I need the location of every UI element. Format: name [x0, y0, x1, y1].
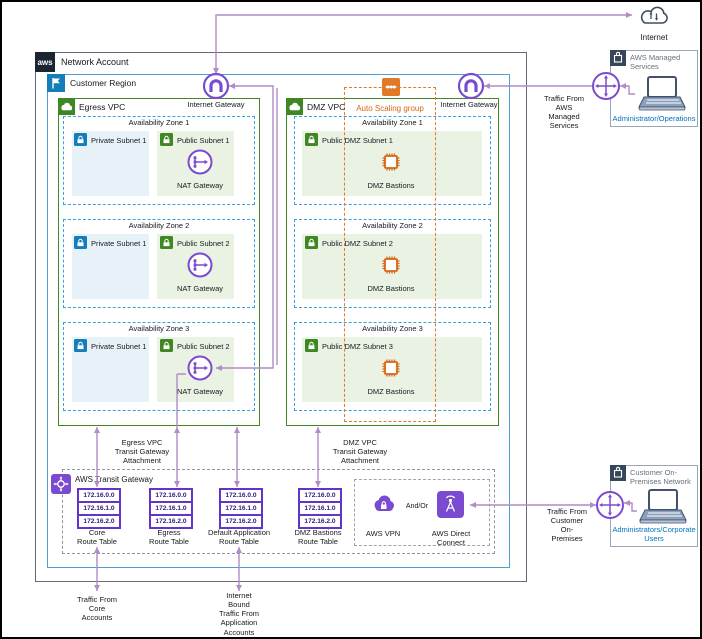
aws-direct-connect-icon: [437, 491, 464, 518]
transit-gateway-icon: [51, 474, 71, 494]
egress-az3-private-subnet-label: Private Subnet 1: [91, 342, 146, 351]
dmz-subnet-lock-icon-az2: [305, 236, 318, 249]
customer-onprem-icon: [610, 465, 626, 481]
customer-onprem-label: Customer On- Premises Network: [630, 468, 696, 486]
aws-vpn-icon: [370, 491, 397, 518]
dmz-bastions-route-table-label: DMZ Bastions Route Table: [283, 528, 353, 546]
administrator-operations-label: Administrator/Operations: [608, 114, 700, 123]
private-subnet-lock-icon-az3: [74, 339, 87, 352]
internet-label: Internet: [622, 33, 686, 43]
private-subnet-lock-icon-az1: [74, 133, 87, 146]
customer-region-label: Customer Region: [70, 78, 136, 88]
dmz-bastions-icon-az3: [378, 355, 404, 381]
onprem-laptop-icon: [636, 489, 688, 526]
nat-gateway-icon-az1: [187, 149, 213, 175]
aws-managed-services-label: AWS Managed Services: [630, 53, 696, 71]
egress-az2-public-subnet-label: Public Subnet 2: [177, 239, 230, 248]
network-account-label: Network Account: [61, 57, 129, 68]
auto-scaling-group-icon: [382, 78, 400, 96]
default-application-route-table-label: Default Application Route Table: [204, 528, 274, 546]
aws-architecture-diagram: aws: [0, 0, 702, 639]
dmz-bastions-label-az3: DMZ Bastions: [351, 387, 431, 396]
dmz-vpc-icon: [286, 98, 303, 115]
region-icon: [47, 74, 65, 92]
egress-az2-title: Availability Zone 2: [63, 221, 255, 230]
dmz-subnet-lock-icon-az3: [305, 339, 318, 352]
route-entry: 172.16.2.0: [298, 514, 342, 529]
dmz-bastions-label-az1: DMZ Bastions: [351, 181, 431, 190]
public-subnet-lock-icon-az1: [160, 133, 173, 146]
core-route-table-label: Core Route Table: [62, 528, 132, 546]
nat-gateway-label-az3: NAT Gateway: [160, 387, 240, 396]
onprem-router-icon: [595, 490, 625, 520]
dmz-subnet-lock-icon-az1: [305, 133, 318, 146]
aws-vpn-label: AWS VPN: [357, 529, 409, 538]
nat-gateway-label-az2: NAT Gateway: [160, 284, 240, 293]
dmz-vpc-label: DMZ VPC: [307, 102, 345, 112]
traffic-from-ams-label: Traffic From AWS Managed Services: [532, 94, 596, 131]
aws-direct-connect-label: AWS Direct Connect: [417, 529, 485, 547]
egress-az2-private-subnet-label: Private Subnet 1: [91, 239, 146, 248]
egress-az1-public-subnet-label: Public Subnet 1: [177, 136, 230, 145]
dmz-az1-subnet-label: Public DMZ Subnet 1: [322, 136, 393, 145]
egress-az1-private-subnet-label: Private Subnet 1: [91, 136, 146, 145]
dmz-az1-title: Availability Zone 1: [294, 118, 491, 127]
dmz-internet-gateway-icon: [457, 72, 485, 100]
transit-gateway-label: AWS Transit Gateway: [75, 475, 153, 485]
dmz-az2-subnet-label: Public DMZ Subnet 2: [322, 239, 393, 248]
egress-vpc-icon: [58, 98, 75, 115]
nat-gateway-icon-az3: [187, 355, 213, 381]
route-entry: 172.16.2.0: [219, 514, 263, 529]
dmz-az3-title: Availability Zone 3: [294, 324, 491, 333]
administrators-corporate-users-label: Administrators/Corporate Users: [608, 525, 700, 543]
auto-scaling-group-label: Auto Scaling group: [344, 104, 436, 114]
egress-vpc-label: Egress VPC: [79, 102, 125, 112]
route-entry: 172.16.2.0: [149, 514, 193, 529]
ams-router-icon: [591, 71, 621, 101]
private-subnet-lock-icon-az2: [74, 236, 87, 249]
egress-attachment-label: Egress VPC Transit Gateway Attachment: [102, 438, 182, 465]
egress-route-table-label: Egress Route Table: [134, 528, 204, 546]
egress-az3-public-subnet-label: Public Subnet 2: [177, 342, 230, 351]
dmz-az2-title: Availability Zone 2: [294, 221, 491, 230]
egress-internet-gateway-icon: [202, 72, 230, 100]
public-subnet-lock-icon-az2: [160, 236, 173, 249]
internet-bound-traffic-label: Internet Bound Traffic From Application …: [199, 591, 279, 637]
traffic-from-core-accounts-label: Traffic From Core Accounts: [57, 595, 137, 622]
dmz-bastions-label-az2: DMZ Bastions: [351, 284, 431, 293]
dmz-attachment-label: DMZ VPC Transit Gateway Attachment: [322, 438, 398, 465]
aws-managed-services-icon: [610, 50, 626, 66]
traffic-from-onprem-label: Traffic From Customer On- Premises: [535, 507, 599, 544]
egress-az1-title: Availability Zone 1: [63, 118, 255, 127]
dmz-az3-subnet-label: Public DMZ Subnet 3: [322, 342, 393, 351]
egress-az3-title: Availability Zone 3: [63, 324, 255, 333]
internet-cloud-icon: [638, 4, 672, 28]
nat-gateway-icon-az2: [187, 252, 213, 278]
andor-label: And/Or: [397, 503, 437, 512]
dmz-bastions-icon-az2: [378, 252, 404, 278]
nat-gateway-label-az1: NAT Gateway: [160, 181, 240, 190]
public-subnet-lock-icon-az3: [160, 339, 173, 352]
route-entry: 172.16.2.0: [77, 514, 121, 529]
dmz-bastions-icon-az1: [378, 149, 404, 175]
svg-text:aws: aws: [37, 58, 53, 67]
ams-laptop-icon: [635, 76, 687, 113]
aws-logo-icon: aws: [35, 52, 55, 72]
egress-igw-label: Internet Gateway: [166, 100, 266, 109]
